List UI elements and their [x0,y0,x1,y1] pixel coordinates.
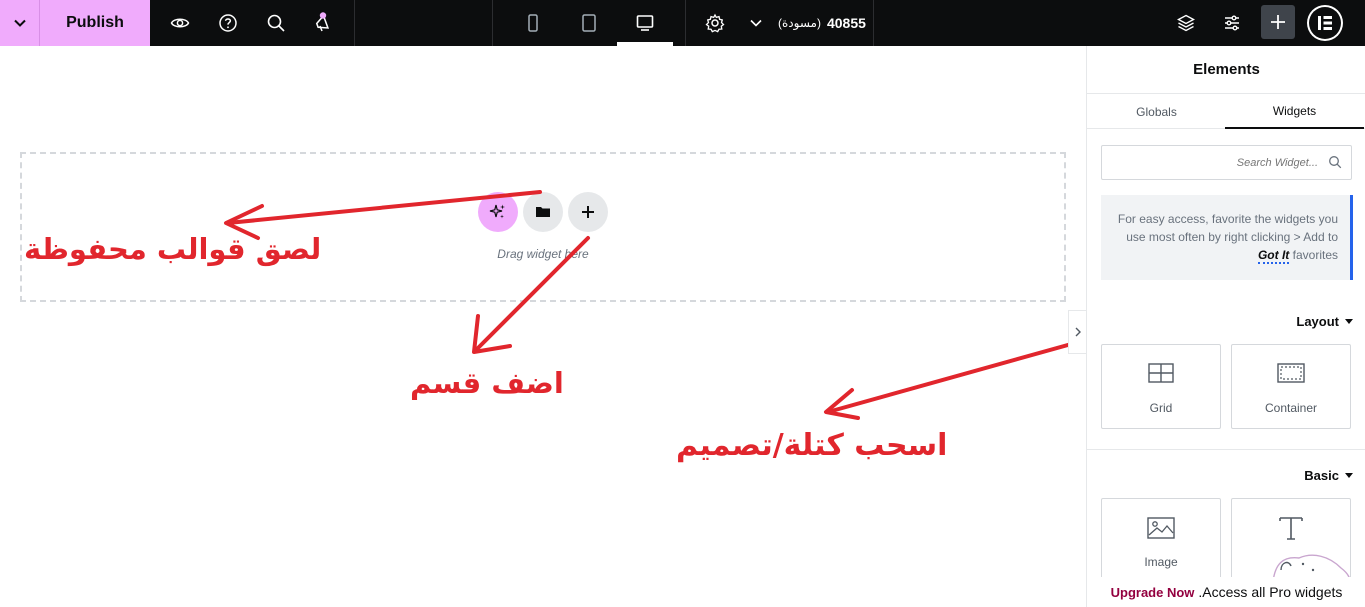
top-bar: Publish (مسودة) 40855 [0,0,1365,46]
search-icon [267,14,285,32]
tablet-icon [582,14,596,32]
editor-window: Publish (مسودة) 40855 Drag widget here ل… [0,0,1365,607]
widget-container[interactable]: Container [1231,344,1351,429]
document-title[interactable]: (مسودة) 40855 [774,0,866,46]
layers-icon [1177,14,1195,32]
chevron-right-icon [1075,327,1081,337]
section-title: Basic [1304,467,1339,483]
toolbar-divider [685,0,686,46]
eye-icon [170,18,190,28]
chevron-down-icon [750,19,762,27]
tab-globals[interactable]: Globals [1087,94,1226,129]
arrow-to-drag-widget [826,337,1086,414]
annotation-arrows [224,190,1086,420]
toolbar-divider [354,0,355,46]
publish-button[interactable]: Publish [40,0,150,46]
chevron-down-icon [13,19,26,27]
pro-upsell-text: .Access all Pro widgets [1198,584,1343,600]
device-mobile-button[interactable] [513,0,553,46]
gear-icon [705,13,725,33]
caret-down-icon [1345,472,1353,478]
mobile-icon [528,14,538,32]
publish-options-button[interactable] [0,0,40,46]
annotation-paste-templates: لصق قوالب محفوظة [24,232,322,266]
panel-title: Elements [1193,61,1260,78]
section-divider [1087,449,1365,450]
megaphone-icon [315,12,330,32]
document-menu-button[interactable] [736,0,776,46]
widget-image[interactable]: Image [1101,498,1221,583]
editor-canvas[interactable]: Drag widget here لصق قوالب محفوظة اضف قس… [0,46,1086,607]
tip-text: Got It favorites [1111,246,1338,264]
page-settings-button[interactable] [695,0,735,46]
tip-text: use most often by right clicking > Add t… [1126,230,1338,244]
help-icon [219,14,237,32]
toolbar-divider [492,0,493,46]
device-desktop-button[interactable] [625,0,665,46]
search-icon [1329,156,1342,169]
got-it-link[interactable]: Got It [1257,248,1290,264]
elements-panel: Elements Globals Widgets For easy access… [1086,46,1365,607]
pro-upsell-bar: Upgrade Now .Access all Pro widgets [1087,577,1365,607]
arrow-to-templates [226,190,542,225]
structure-button[interactable] [1166,0,1206,46]
search-input[interactable] [1108,146,1318,179]
annotation-drag-block: اسحب كتلة/تصميم [676,428,948,463]
tip-text: For easy access, favorite the widgets yo… [1117,212,1338,226]
arrow-to-add-section [474,236,590,352]
grid-icon [1148,363,1174,383]
preview-button[interactable] [160,0,200,46]
document-id: 40855 [826,15,866,31]
device-tablet-button[interactable] [569,0,609,46]
finder-button[interactable] [256,0,296,46]
site-settings-button[interactable] [1212,0,1252,46]
widget-label: Grid [1149,401,1173,415]
plus-icon [1271,15,1285,29]
toolbar-divider [873,0,874,46]
tab-widgets[interactable]: Widgets [1225,94,1364,129]
document-status: (مسودة) [778,16,821,30]
favorites-tip: For easy access, favorite the widgets yo… [1101,195,1353,280]
desktop-icon [636,15,654,31]
elementor-logo [1309,7,1341,39]
sliders-icon [1225,15,1239,31]
whats-new-button[interactable] [304,0,344,46]
widget-label: Container [1264,401,1318,415]
caret-down-icon [1345,318,1353,324]
help-button[interactable] [208,0,248,46]
image-icon [1147,517,1175,539]
section-header-layout[interactable]: Layout [1101,312,1353,330]
widget-label: Image [1144,555,1178,569]
container-icon [1277,363,1305,383]
panel-collapse-toggle[interactable] [1068,310,1086,354]
panel-tabs: Globals Widgets [1087,93,1365,129]
widget-grid[interactable]: Grid [1101,344,1221,429]
add-element-button[interactable] [1261,5,1295,39]
upgrade-now-link[interactable]: Upgrade Now [1111,585,1195,600]
tip-text-end: favorites [1292,248,1338,262]
section-title: Layout [1296,313,1339,329]
annotation-add-section: اضف قسم [410,366,564,400]
widget-search [1101,145,1352,180]
section-header-basic[interactable]: Basic [1101,466,1353,484]
elementor-menu-button[interactable] [1307,5,1343,41]
